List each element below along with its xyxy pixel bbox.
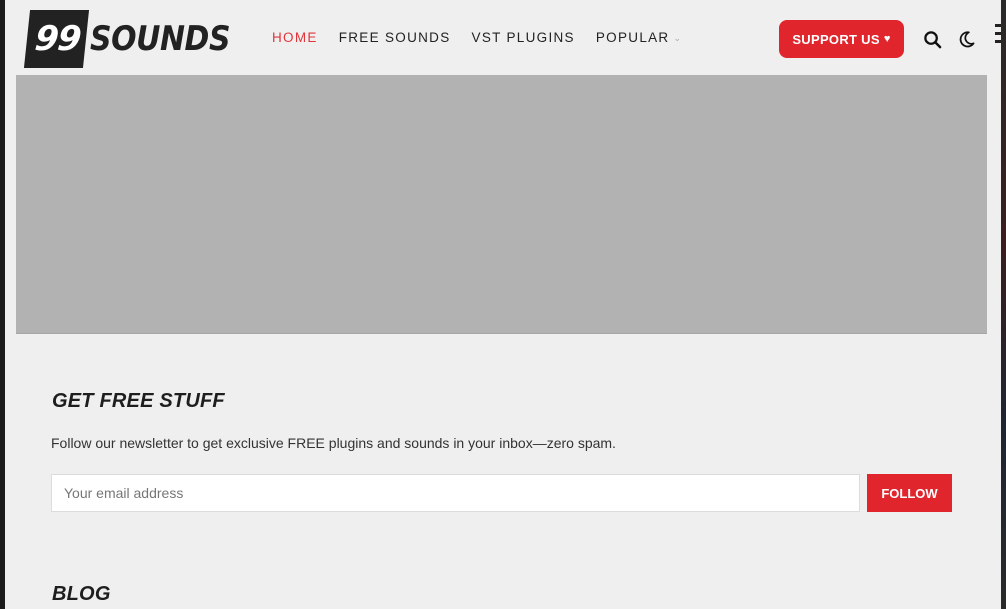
logo-number: 99 (23, 10, 90, 68)
support-us-label: SUPPORT US (792, 31, 880, 47)
support-us-button[interactable]: SUPPORT US ♥ (779, 20, 904, 58)
nav-item-home[interactable]: HOME (272, 30, 318, 45)
logo-word: SOUNDS (90, 19, 231, 59)
theme-toggle-button[interactable] (953, 26, 979, 52)
page: 99 SOUNDS HOME FREE SOUNDS VST PLUGINS P… (5, 0, 1001, 609)
search-button[interactable] (919, 26, 945, 52)
moon-icon (959, 30, 974, 47)
main-nav: HOME FREE SOUNDS VST PLUGINS POPULAR ⌄ (272, 30, 703, 45)
banner-placeholder (16, 75, 987, 334)
heart-icon: ♥ (883, 33, 891, 45)
nav-item-popular[interactable]: POPULAR ⌄ (596, 30, 682, 45)
nav-item-vst-plugins[interactable]: VST PLUGINS (472, 30, 575, 45)
site-logo[interactable]: 99 SOUNDS (23, 8, 250, 70)
search-icon (923, 30, 941, 48)
chevron-down-icon: ⌄ (673, 33, 683, 43)
nav-item-free-sounds[interactable]: FREE SOUNDS (339, 30, 451, 45)
newsletter-title: GET FREE STUFF (52, 390, 225, 412)
background-strip (1001, 0, 1006, 609)
follow-button[interactable]: FOLLOW (867, 474, 952, 512)
newsletter-description: Follow our newsletter to get exclusive F… (51, 435, 616, 451)
email-input[interactable] (51, 474, 860, 512)
site-header: 99 SOUNDS HOME FREE SOUNDS VST PLUGINS P… (5, 0, 1001, 75)
blog-title: BLOG (52, 583, 111, 605)
nav-item-popular-label: POPULAR (595, 30, 670, 45)
